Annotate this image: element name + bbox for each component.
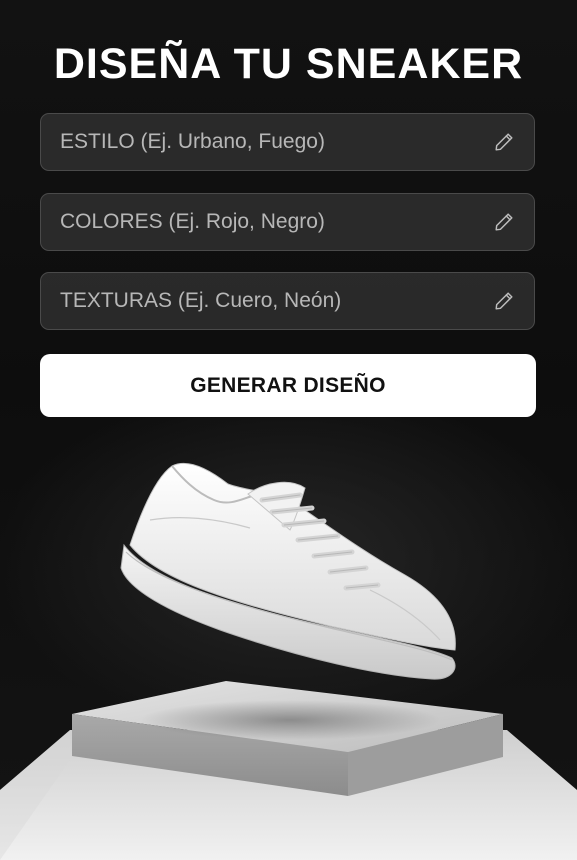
- style-input[interactable]: [60, 130, 492, 154]
- sneaker-illustration: [120, 462, 456, 680]
- textures-input[interactable]: [60, 289, 492, 313]
- colors-input[interactable]: [60, 210, 492, 234]
- pencil-icon: [492, 130, 516, 154]
- style-field[interactable]: [40, 113, 535, 171]
- page-title: DISEÑA TU SNEAKER: [53, 40, 524, 88]
- generate-design-button[interactable]: GENERAR DISEÑO: [40, 354, 536, 417]
- pencil-icon: [492, 210, 516, 234]
- textures-field[interactable]: [40, 272, 535, 330]
- pencil-icon: [492, 289, 516, 313]
- sneaker-designer-screen: DISEÑA TU SNEAKER GENERAR DISEÑO: [0, 0, 577, 860]
- sneaker-preview-image: [0, 462, 577, 860]
- colors-field[interactable]: [40, 193, 535, 251]
